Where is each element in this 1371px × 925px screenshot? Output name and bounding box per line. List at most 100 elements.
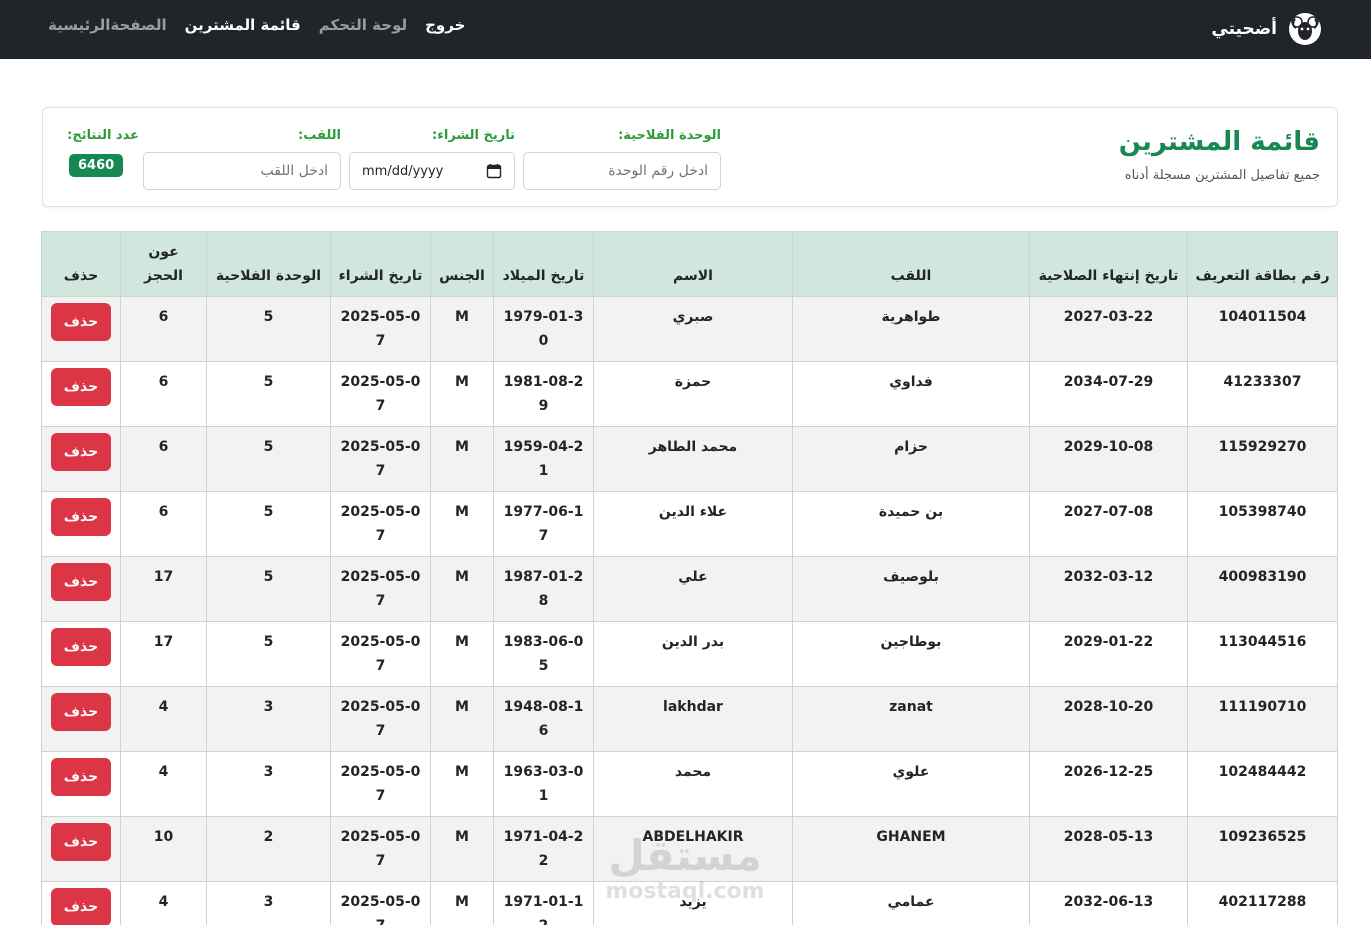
cell-agent: 6	[120, 361, 207, 427]
cell-birth-date: 1979-01-30	[493, 296, 594, 362]
cell-birth-date: 1977-06-17	[493, 491, 594, 557]
table-row: 113044516 2029-01-22 بوطاجين بدر الدين 1983-…	[41, 621, 1338, 687]
table-body: 104011504 2027-03-22 طواهرية صبري 1979-01-30…	[41, 296, 1338, 925]
cell-birth-date: 1987-01-28	[493, 556, 594, 622]
date-filter: تاريخ الشراء: mm/dd/yyyy	[349, 128, 515, 190]
delete-button[interactable]: حذف	[51, 433, 111, 471]
cell-expiry: 2032-03-12	[1029, 556, 1188, 622]
cell-purchase-date: 2025-05-07	[330, 556, 431, 622]
table-row: 4021172882032-06-13عمامييزيد1971-01-12M2…	[41, 881, 1338, 925]
cell-id-card: 105398740	[1187, 491, 1338, 557]
cell-birth-date: 1971-01-12	[493, 881, 594, 925]
buyers-table: رقم بطاقة التعريف تاريخ إنتهاء الصلاحية …	[41, 231, 1338, 925]
table-row: 104011504 2027-03-22 طواهرية صبري 1979-01-30…	[41, 296, 1338, 362]
cell-expiry: 2026-12-25	[1029, 751, 1188, 817]
cell-birth-date: 1983-06-05	[493, 621, 594, 687]
cell-farm-unit: 3	[206, 751, 331, 817]
cell-expiry: 2027-03-22	[1029, 296, 1188, 362]
col-header-surname[interactable]: اللقب	[792, 231, 1030, 297]
date-filter-input[interactable]: mm/dd/yyyy	[349, 152, 515, 190]
cell-purchase-date: 2025-05-07	[330, 751, 431, 817]
cell-expiry: 2027-07-08	[1029, 491, 1188, 557]
nav-link-buyers-list[interactable]: قائمة المشترين	[185, 16, 301, 34]
nav-link-dashboard[interactable]: لوحة التحكم	[319, 16, 407, 34]
cell-purchase-date: 2025-05-07	[330, 426, 431, 492]
cell-purchase-date: 2025-05-07	[330, 881, 431, 925]
cell-id-card: 102484442	[1187, 751, 1338, 817]
cell-sex: M	[430, 296, 494, 362]
unit-filter-label: الوحدة الفلاحية:	[618, 128, 721, 143]
table-row: 102484442 2026-12-25 علوي محمد 1963-03-01 M 20…	[41, 751, 1338, 817]
results-count-badge: 6460	[69, 154, 124, 177]
cell-name: حمزة	[593, 361, 793, 427]
cell-agent: 4	[120, 686, 207, 752]
col-header-id-card[interactable]: رقم بطاقة التعريف	[1187, 231, 1338, 297]
cell-expiry: 2029-01-22	[1029, 621, 1188, 687]
cell-agent: 6	[120, 296, 207, 362]
delete-button[interactable]: حذف	[51, 368, 111, 406]
table-row: 400983190 2032-03-12 بلوصيف علي 1987-01-28 M 2…	[41, 556, 1338, 622]
col-header-farm-unit[interactable]: الوحدة الفلاحية	[206, 231, 331, 297]
calendar-icon[interactable]	[486, 163, 502, 179]
cell-name: يزيد	[593, 881, 793, 925]
cell-surname: بن حميدة	[792, 491, 1030, 557]
cell-delete: حذف	[41, 621, 121, 687]
delete-button[interactable]: حذف	[51, 498, 111, 536]
cell-agent: 6	[120, 426, 207, 492]
cell-delete: حذف	[41, 816, 121, 882]
table-row: 111190710 2028-10-20 zanat lakhdar 1948-08-1…	[41, 686, 1338, 752]
col-header-birth-date[interactable]: تاريخ الميلاد	[493, 231, 594, 297]
delete-button[interactable]: حذف	[51, 823, 111, 861]
cell-expiry: 2034-07-29	[1029, 361, 1188, 427]
cell-name: علاء الدين	[593, 491, 793, 557]
cell-id-card: 104011504	[1187, 296, 1338, 362]
nav-link-logout[interactable]: خروج	[425, 16, 465, 34]
col-header-sex[interactable]: الجنس	[430, 231, 494, 297]
cell-agent: 10	[120, 816, 207, 882]
cell-purchase-date: 2025-05-07	[330, 686, 431, 752]
cell-surname: طواهرية	[792, 296, 1030, 362]
cell-surname: علوي	[792, 751, 1030, 817]
col-header-purchase-date[interactable]: تاريخ الشراء	[330, 231, 431, 297]
results-count-label: عدد النتائج:	[67, 128, 139, 143]
cell-purchase-date: 2025-05-07	[330, 491, 431, 557]
cell-delete: حذف	[41, 426, 121, 492]
navbar: أضحيتي الصفحةالرئيسية قائمة المشترين لوح…	[0, 0, 1371, 59]
cell-purchase-date: 2025-05-07	[330, 621, 431, 687]
delete-button[interactable]: حذف	[51, 888, 111, 925]
unit-filter-input[interactable]	[523, 152, 721, 190]
nav-link-home[interactable]: الصفحةالرئيسية	[48, 16, 167, 34]
cell-surname: عمامي	[792, 881, 1030, 925]
table-row: 105398740 2027-07-08 بن حميدة علاء الدين 197…	[41, 491, 1338, 557]
cell-sex: M	[430, 361, 494, 427]
cell-agent: 4	[120, 751, 207, 817]
delete-button[interactable]: حذف	[51, 628, 111, 666]
delete-button[interactable]: حذف	[51, 758, 111, 796]
surname-filter-input[interactable]	[143, 152, 341, 190]
cell-sex: M	[430, 751, 494, 817]
cell-farm-unit: 5	[206, 491, 331, 557]
nav-links: الصفحةالرئيسية قائمة المشترين لوحة التحك…	[48, 16, 465, 34]
table-row: 41233307 2034-07-29 فداوي حمزة 1981-08-29 M 20…	[41, 361, 1338, 427]
cell-expiry: 2029-10-08	[1029, 426, 1188, 492]
page-subtitle: جميع تفاصيل المشترين مسجلة أدناه	[1124, 168, 1320, 183]
delete-button[interactable]: حذف	[51, 693, 111, 731]
delete-button[interactable]: حذف	[51, 303, 111, 341]
cell-birth-date: 1948-08-16	[493, 686, 594, 752]
col-header-expiry[interactable]: تاريخ إنتهاء الصلاحية	[1029, 231, 1188, 297]
cell-birth-date: 1971-04-22	[493, 816, 594, 882]
col-header-agent[interactable]: عون الحجز	[120, 231, 207, 297]
cell-farm-unit: 3	[206, 686, 331, 752]
brand[interactable]: أضحيتي	[1211, 11, 1323, 47]
buyers-table-container: رقم بطاقة التعريف تاريخ إنتهاء الصلاحية …	[41, 231, 1338, 925]
cell-purchase-date: 2025-05-07	[330, 816, 431, 882]
cell-sex: M	[430, 881, 494, 925]
cell-name: بدر الدين	[593, 621, 793, 687]
cell-id-card: 41233307	[1187, 361, 1338, 427]
cell-delete: حذف	[41, 556, 121, 622]
cell-purchase-date: 2025-05-07	[330, 361, 431, 427]
cell-id-card: 402117288	[1187, 881, 1338, 925]
cell-farm-unit: 5	[206, 361, 331, 427]
delete-button[interactable]: حذف	[51, 563, 111, 601]
col-header-name[interactable]: الاسم	[593, 231, 793, 297]
